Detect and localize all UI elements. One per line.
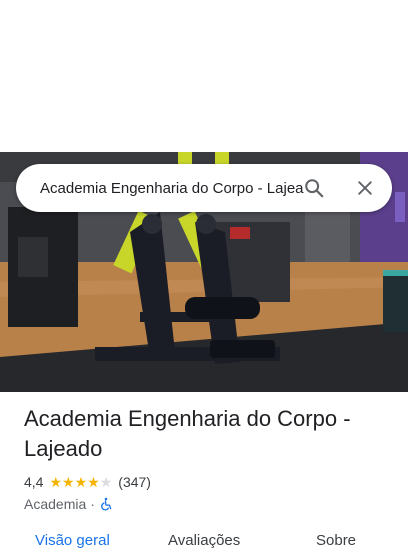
place-title: Academia Engenharia do Corpo - Lajeado [24,406,351,461]
close-button[interactable] [341,164,389,212]
review-count[interactable]: (347) [118,474,151,490]
place-info-panel: Academia Engenharia do Corpo - Lajeado 4… [24,404,396,514]
tab-reviews[interactable]: Avaliações [168,532,240,549]
map-blank-area [0,0,408,152]
search-input[interactable]: Academia Engenharia do Corpo - Lajeado [40,180,304,197]
wheelchair-icon [99,497,113,511]
search-button[interactable] [290,164,338,212]
rating-stars: ★ ★ ★ ★ ★ [49,475,112,489]
place-tabs: Visão geral Avaliações Sobre [0,526,408,556]
separator-dot: · [90,496,95,512]
star-icon: ★ [87,474,100,490]
tab-about[interactable]: Sobre [316,532,356,549]
star-icon: ★ [62,474,75,490]
rating-value: 4,4 [24,474,44,490]
star-icon: ★ [99,474,113,490]
place-category: Academia [24,496,87,512]
search-icon [305,179,324,198]
search-bar[interactable]: Academia Engenharia do Corpo - Lajeado [16,164,392,212]
category-row: Academia · [24,494,396,514]
close-icon [358,181,372,195]
star-icon: ★ [74,474,88,490]
tab-overview[interactable]: Visão geral [35,532,110,549]
rating-row[interactable]: 4,4 ★ ★ ★ ★ ★ (347) [24,472,396,492]
star-icon: ★ [49,474,63,490]
